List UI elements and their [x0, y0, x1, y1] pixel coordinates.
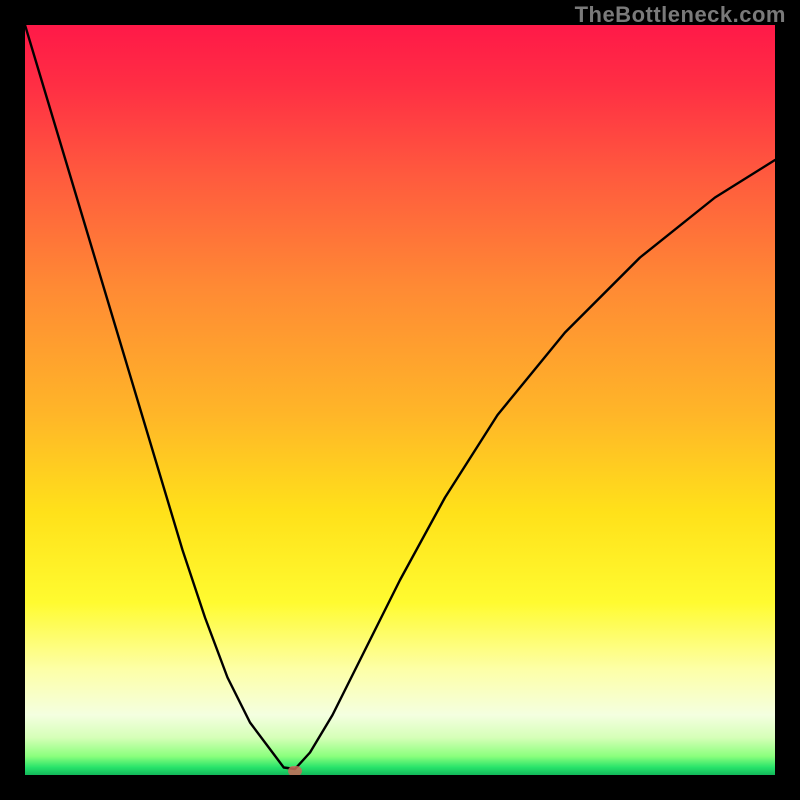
min-bottleneck-marker — [288, 766, 302, 775]
chart-frame: TheBottleneck.com — [0, 0, 800, 800]
plot-area — [25, 25, 775, 775]
curve-svg — [25, 25, 775, 775]
bottleneck-curve — [25, 25, 775, 769]
